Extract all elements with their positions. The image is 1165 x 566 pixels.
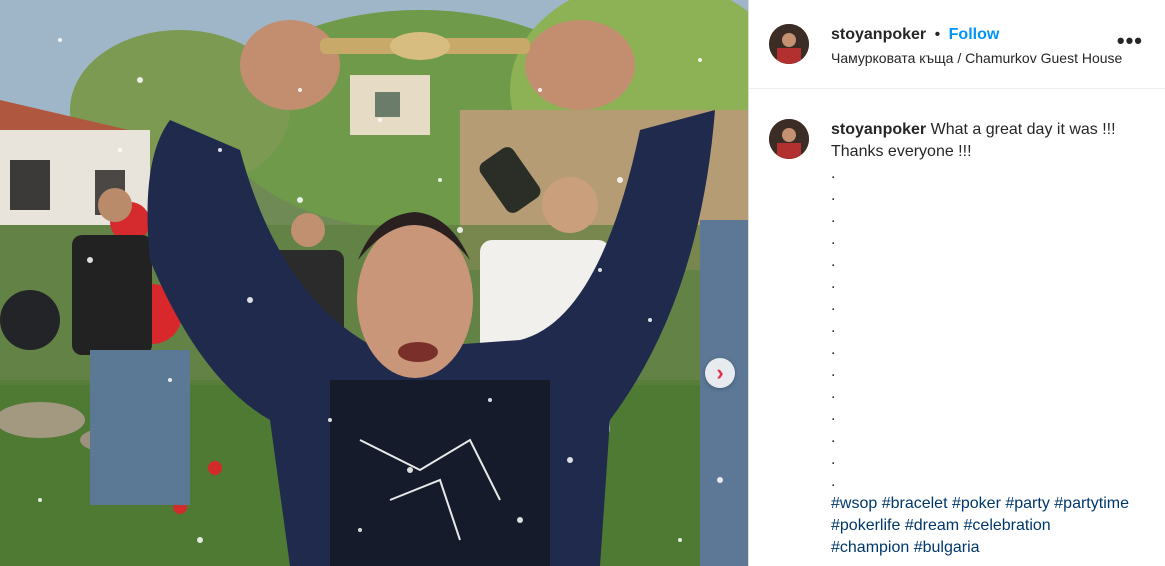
caption-dot-line: . xyxy=(831,473,836,490)
hashtag-link[interactable]: #party xyxy=(1005,495,1049,512)
caption-dot-line: . xyxy=(831,209,836,226)
hashtag-link[interactable]: #pokerlife xyxy=(831,517,900,534)
separator-dot: • xyxy=(934,26,941,43)
guest-left-jeans xyxy=(90,350,190,505)
back-house-window xyxy=(375,92,400,117)
more-options-icon[interactable]: ••• xyxy=(1117,28,1143,54)
user-line: stoyanpoker • Follow xyxy=(831,26,999,44)
follow-button[interactable]: Follow xyxy=(949,26,1000,43)
caption-dot-line: . xyxy=(831,319,836,336)
hashtag-link[interactable]: #poker xyxy=(952,495,1001,512)
hashtag-link[interactable]: #champion xyxy=(831,539,909,556)
location-link[interactable]: Чамурковата къща / Chamurkov Guest House xyxy=(831,50,1122,66)
caption-dot-line: . xyxy=(831,165,836,182)
caption-dot-line: . xyxy=(831,385,836,402)
avatar[interactable] xyxy=(769,119,809,159)
hashtag-list: #wsop #bracelet #poker #party #partytime… xyxy=(831,493,1131,559)
main-tshirt xyxy=(330,380,550,566)
right-hand xyxy=(525,20,635,110)
caption-dot-line: . xyxy=(831,253,836,270)
caption-dot-line: . xyxy=(831,341,836,358)
hashtag-link[interactable]: #partytime xyxy=(1054,495,1129,512)
chevron-right-icon: › xyxy=(716,360,724,385)
hashtag-link[interactable]: #wsop xyxy=(831,495,877,512)
guest-far-right xyxy=(700,220,748,566)
caption-dot-line: . xyxy=(831,407,836,424)
caption-dots: ............... xyxy=(831,163,1131,493)
caption-dot-line: . xyxy=(831,429,836,446)
caption-dot-line: . xyxy=(831,231,836,248)
caption-dot-line: . xyxy=(831,297,836,314)
instagram-post: › stoyanpoker • Follow Чамурковата къща … xyxy=(0,0,1165,566)
house-window xyxy=(10,160,50,210)
bracelet-centerpiece xyxy=(390,32,450,60)
guest-left-shirt xyxy=(72,235,152,355)
post-photo[interactable]: › xyxy=(0,0,748,566)
next-photo-button[interactable]: › xyxy=(705,358,735,388)
caption-dot-line: . xyxy=(831,187,836,204)
caption-dot-line: . xyxy=(831,451,836,468)
photo-scene xyxy=(0,0,748,566)
hashtag-link[interactable]: #celebration xyxy=(964,517,1051,534)
main-mouth xyxy=(398,342,438,362)
caption-username-link[interactable]: stoyanpoker xyxy=(831,121,926,138)
avatar[interactable] xyxy=(769,24,809,64)
guest-right-head xyxy=(542,177,598,233)
caption-text: stoyanpoker What a great day it was !!! … xyxy=(831,119,1131,559)
guest-left-head xyxy=(98,188,132,222)
left-hand xyxy=(240,20,340,110)
hashtag-link[interactable]: #dream xyxy=(905,517,959,534)
black-balloon xyxy=(0,290,60,350)
guest-middle-head xyxy=(291,213,325,247)
small-red-ball xyxy=(208,461,222,475)
caption-dot-line: . xyxy=(831,363,836,380)
hashtag-link[interactable]: #bracelet xyxy=(882,495,948,512)
post-sidebar: stoyanpoker • Follow Чамурковата къща / … xyxy=(748,0,1165,566)
hashtag-link[interactable]: #bulgaria xyxy=(914,539,980,556)
post-header: stoyanpoker • Follow Чамурковата къща / … xyxy=(749,0,1165,89)
caption-dot-line: . xyxy=(831,275,836,292)
username-link[interactable]: stoyanpoker xyxy=(831,26,926,43)
